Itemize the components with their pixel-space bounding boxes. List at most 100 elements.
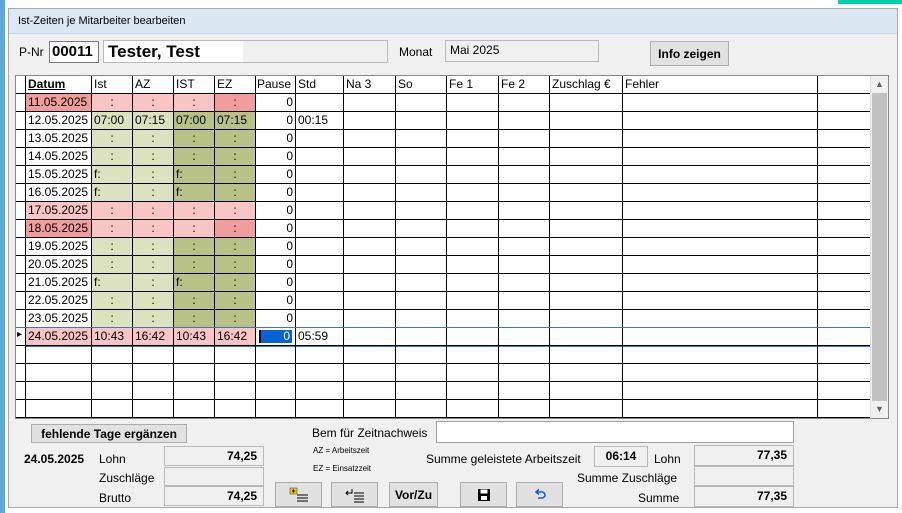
cell-fe2[interactable] — [499, 364, 550, 382]
cell-so[interactable] — [396, 148, 447, 166]
cell-pause[interactable]: 0 — [256, 184, 296, 202]
cell-std[interactable] — [296, 220, 344, 238]
cell-zuschlag[interactable] — [550, 130, 623, 148]
cell-ez[interactable]: : — [215, 94, 256, 112]
cell-zuschlag[interactable] — [550, 148, 623, 166]
cell-ist-eff[interactable]: : — [174, 220, 215, 238]
cell-az[interactable] — [133, 400, 174, 418]
cell-az[interactable] — [133, 382, 174, 400]
table-row[interactable]: ▸ 24.05.2025 10:43 16:42 10:43 16:42 0 05:59 — [16, 327, 873, 347]
cell-na3[interactable] — [344, 184, 396, 202]
column-header-az[interactable]: AZ — [133, 76, 174, 94]
cell-extra[interactable] — [818, 346, 872, 364]
cell-extra[interactable] — [818, 112, 872, 130]
row-selector[interactable] — [16, 364, 26, 382]
cell-zuschlag[interactable] — [550, 184, 623, 202]
cell-zuschlag[interactable] — [550, 202, 623, 220]
cell-ist[interactable]: f: — [92, 184, 133, 202]
cell-az[interactable]: : — [133, 130, 174, 148]
cell-zuschlag[interactable] — [550, 238, 623, 256]
cell-fe2[interactable] — [499, 382, 550, 400]
row-selector[interactable] — [16, 130, 26, 148]
table-row[interactable]: 14.05.2025::::0 — [16, 148, 872, 166]
cell-az[interactable]: : — [133, 292, 174, 310]
cell-ist-eff[interactable]: 10:43 — [174, 328, 215, 346]
row-selector[interactable] — [16, 202, 26, 220]
row-selector[interactable] — [16, 94, 26, 112]
cell-fe1[interactable] — [447, 310, 499, 328]
cell-na3[interactable] — [344, 112, 396, 130]
cell-std[interactable] — [296, 202, 344, 220]
cell-ist-eff[interactable]: f: — [174, 184, 215, 202]
cell-az[interactable]: : — [133, 94, 174, 112]
column-header-fe2[interactable]: Fe 2 — [499, 76, 550, 94]
cell-so[interactable] — [396, 112, 447, 130]
cell-az[interactable]: 07:15 — [133, 112, 174, 130]
cell-datum[interactable]: 22.05.2025 — [26, 292, 92, 310]
cell-extra[interactable] — [818, 238, 872, 256]
cell-so[interactable] — [396, 310, 447, 328]
row-selector[interactable] — [16, 292, 26, 310]
cell-ist[interactable]: : — [92, 256, 133, 274]
cell-ist[interactable]: : — [92, 220, 133, 238]
table-row[interactable]: 18.05.2025::::0 — [16, 220, 872, 238]
cell-so[interactable] — [396, 274, 447, 292]
cell-datum[interactable]: 20.05.2025 — [26, 256, 92, 274]
cell-zuschlag[interactable] — [550, 274, 623, 292]
cell-ist-eff[interactable]: : — [174, 94, 215, 112]
column-header-so[interactable]: So — [396, 76, 447, 94]
cell-az[interactable]: : — [133, 238, 174, 256]
cell-az[interactable]: : — [133, 274, 174, 292]
cell-pause[interactable]: 0 — [256, 310, 296, 328]
cell-fe1[interactable] — [447, 148, 499, 166]
row-selector[interactable] — [16, 166, 26, 184]
table-row[interactable]: 19.05.2025::::0 — [16, 238, 872, 256]
monat-field[interactable]: Mai 2025 — [445, 40, 599, 62]
cell-fehler[interactable] — [623, 256, 818, 274]
cell-zuschlag[interactable] — [550, 220, 623, 238]
cell-pause[interactable]: 0 — [256, 292, 296, 310]
row-selector[interactable] — [16, 256, 26, 274]
cell-std[interactable] — [296, 400, 344, 418]
cell-na3[interactable] — [344, 364, 396, 382]
cell-ist[interactable]: : — [92, 94, 133, 112]
cell-ez[interactable]: : — [215, 130, 256, 148]
column-header-ist-eff[interactable]: IST — [174, 76, 215, 94]
cell-az[interactable]: 16:42 — [133, 328, 174, 346]
cell-az[interactable] — [133, 364, 174, 382]
cell-zuschlag[interactable] — [550, 112, 623, 130]
cell-pause[interactable] — [256, 346, 296, 364]
cell-ist[interactable]: : — [92, 148, 133, 166]
insert-row-button[interactable] — [275, 482, 322, 507]
cell-so[interactable] — [396, 292, 447, 310]
cell-ist-eff[interactable]: : — [174, 292, 215, 310]
row-selector[interactable]: ▸ — [16, 328, 26, 346]
cell-fehler[interactable] — [623, 94, 818, 112]
cell-fe2[interactable] — [499, 112, 550, 130]
cell-na3[interactable] — [344, 166, 396, 184]
cell-zuschlag[interactable] — [550, 400, 623, 418]
cell-fe2[interactable] — [499, 292, 550, 310]
cell-az[interactable]: : — [133, 166, 174, 184]
cell-fe2[interactable] — [499, 130, 550, 148]
cell-extra[interactable] — [818, 364, 872, 382]
row-selector[interactable] — [16, 400, 26, 418]
cell-fe1[interactable] — [447, 346, 499, 364]
cell-pause[interactable]: 0 — [256, 112, 296, 130]
cell-na3[interactable] — [344, 148, 396, 166]
cell-az[interactable]: : — [133, 148, 174, 166]
cell-so[interactable] — [396, 202, 447, 220]
cell-ez[interactable]: 16:42 — [215, 328, 256, 346]
cell-datum[interactable]: 21.05.2025 — [26, 274, 92, 292]
cell-datum[interactable]: 13.05.2025 — [26, 130, 92, 148]
cell-ist-eff[interactable]: f: — [174, 166, 215, 184]
cell-datum[interactable]: 12.05.2025 — [26, 112, 92, 130]
cell-datum[interactable]: 14.05.2025 — [26, 148, 92, 166]
info-button[interactable]: Info zeigen — [650, 41, 729, 66]
cell-fe2[interactable] — [499, 202, 550, 220]
cell-datum[interactable] — [26, 364, 92, 382]
cell-ist[interactable]: : — [92, 130, 133, 148]
cell-fehler[interactable] — [623, 148, 818, 166]
cell-na3[interactable] — [344, 238, 396, 256]
cell-ez[interactable]: : — [215, 220, 256, 238]
